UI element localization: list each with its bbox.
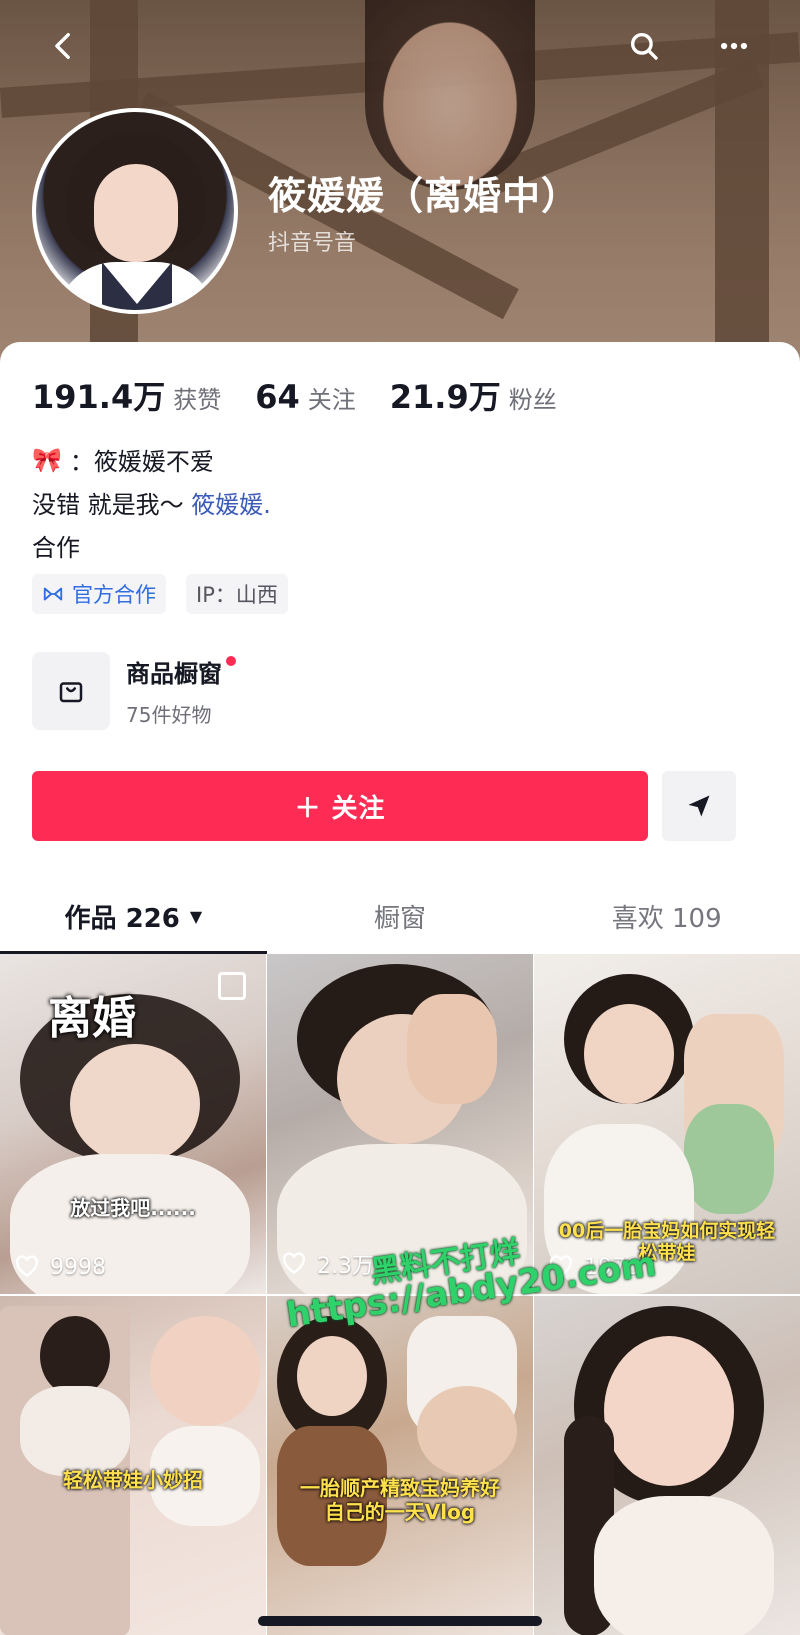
tab-label: 橱窗 <box>374 903 427 934</box>
bio-line-1: 🎀 ：筱媛媛不爱 <box>32 442 214 477</box>
bio-line-2: 没错 就是我～ 筱媛媛. <box>32 485 271 520</box>
send-icon <box>688 795 710 817</box>
tab-likes[interactable]: 喜欢 109 <box>533 880 800 952</box>
stat-likes[interactable]: 191.4万 获赞 <box>32 372 221 418</box>
mention-link[interactable]: 筱媛媛. <box>191 491 271 519</box>
shop-title: 商品橱窗 <box>126 654 236 689</box>
shop-window-entry[interactable]: 商品橱窗 75件好物 <box>32 652 236 730</box>
avatar[interactable] <box>32 108 238 314</box>
official-cooperation-tag[interactable]: 官方合作 <box>32 574 166 614</box>
bio-text: ：筱媛媛不爱 <box>69 448 214 476</box>
stat-label: 粉丝 <box>508 386 557 414</box>
video-thumbnail[interactable]: 00后一胎宝妈如何实现轻松带娃 1970 <box>534 954 800 1294</box>
like-count: 9998 <box>14 1254 106 1280</box>
tag-label: 官方合作 <box>72 583 156 607</box>
video-caption: 放过我吧...... <box>70 1196 196 1220</box>
stat-label: 获赞 <box>173 386 222 414</box>
caret-down-icon: ▼ <box>189 906 203 926</box>
profile-name: 筱媛媛（离婚中） <box>268 174 581 218</box>
multi-image-icon <box>218 972 246 1000</box>
content-tabs: 作品 226 ▼ 橱窗 喜欢 109 <box>0 880 800 954</box>
like-count: 2.3万 <box>281 1248 374 1280</box>
shop-subtitle: 75件好物 <box>126 703 212 727</box>
search-icon[interactable] <box>620 22 668 70</box>
stat-followers[interactable]: 21.9万 粉丝 <box>390 372 557 418</box>
stats-row: 191.4万 获赞 64 关注 21.9万 粉丝 <box>32 372 591 418</box>
handshake-icon <box>43 587 63 601</box>
video-caption: 一胎顺产精致宝妈养好自己的一天Vlog <box>300 1476 500 1524</box>
ip-location-tag: IP：山西 <box>186 574 288 614</box>
video-thumbnail[interactable]: 一胎顺产精致宝妈养好自己的一天Vlog <box>267 1296 533 1635</box>
notification-dot <box>226 656 236 666</box>
douyin-id: 抖音号音 <box>268 231 357 256</box>
tab-label: 喜欢 109 <box>611 903 722 934</box>
tab-label: 作品 226 <box>64 903 180 934</box>
stat-value: 191.4万 <box>32 378 166 416</box>
heart-icon <box>15 1255 39 1278</box>
shopping-bag-icon <box>32 652 110 730</box>
video-thumbnail[interactable]: 轻松带娃小妙招 <box>0 1296 266 1635</box>
follow-button[interactable]: ＋ 关注 <box>32 771 648 841</box>
stat-label: 关注 <box>307 386 356 414</box>
tab-works[interactable]: 作品 226 ▼ <box>0 880 267 954</box>
video-title: 离婚 <box>48 993 136 1044</box>
ribbon-icon: 🎀 <box>32 445 62 474</box>
back-icon[interactable] <box>40 22 88 70</box>
more-icon[interactable] <box>710 22 758 70</box>
heart-icon <box>282 1252 306 1275</box>
video-thumbnail[interactable]: 离婚 放过我吧...... 9998 <box>0 954 266 1294</box>
share-button[interactable] <box>662 771 736 841</box>
stat-value: 21.9万 <box>389 378 501 416</box>
bio-text: 没错 就是我～ <box>32 491 184 519</box>
home-indicator[interactable] <box>258 1616 542 1626</box>
bio-line-3: 合作 <box>32 534 80 562</box>
stat-following[interactable]: 64 关注 <box>255 378 356 416</box>
stat-value: 64 <box>255 378 300 416</box>
video-caption: 轻松带娃小妙招 <box>63 1468 203 1492</box>
tab-showcase[interactable]: 橱窗 <box>267 880 534 952</box>
video-thumbnail[interactable] <box>534 1296 800 1635</box>
